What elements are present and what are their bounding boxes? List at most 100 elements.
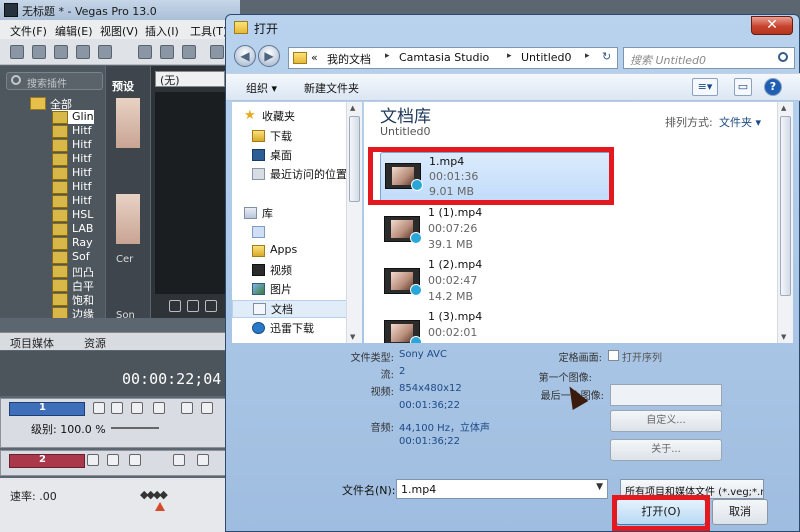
fx-gear-icon[interactable] [153, 402, 165, 414]
back-button[interactable]: ◀ [234, 45, 256, 67]
rate-slider-handle[interactable] [155, 502, 165, 511]
custom-button[interactable]: 自定义... [610, 410, 722, 432]
menu-tools[interactable]: 工具(T) [190, 23, 227, 39]
fx-search-input[interactable]: 搜索插件 [6, 72, 103, 90]
paste-icon[interactable] [182, 45, 196, 59]
scroll-up-icon[interactable]: ▲ [781, 104, 786, 112]
scroll-down-icon[interactable]: ▼ [781, 333, 786, 341]
tab-project-media[interactable]: 项目媒体 [10, 335, 54, 351]
menu-view[interactable]: 视图(V) [100, 23, 138, 39]
solo-icon[interactable] [197, 454, 209, 466]
scroll-up-icon[interactable]: ▲ [350, 104, 355, 112]
loop-icon[interactable] [169, 300, 181, 312]
tree-item[interactable]: Hitf [52, 180, 92, 194]
file-item[interactable]: 1 (1).mp4 00:07:26 39.1 MB [380, 206, 612, 256]
menu-insert[interactable]: 插入(I) [145, 23, 179, 39]
play-icon[interactable] [187, 300, 199, 312]
tree-item[interactable]: HSL [52, 208, 93, 222]
chevron-down-icon[interactable]: ▼ [596, 482, 603, 492]
preset-thumbnail[interactable] [116, 194, 140, 244]
scroll-down-icon[interactable]: ▼ [350, 333, 355, 341]
mute-icon[interactable] [181, 402, 193, 414]
media-badge-icon [410, 232, 422, 244]
scroll-thumb[interactable] [349, 116, 360, 202]
file-item[interactable]: 1 (2).mp4 00:02:47 14.2 MB [380, 258, 612, 308]
menu-edit[interactable]: 编辑(E) [55, 23, 93, 39]
tree-item[interactable]: 凹凸 [52, 264, 94, 279]
nav-recent[interactable]: 最近访问的位置 [232, 166, 348, 184]
search-input[interactable]: 搜索 Untitled0 [623, 47, 795, 69]
properties-icon[interactable] [98, 45, 112, 59]
cancel-button[interactable]: 取消 [712, 499, 768, 525]
nav-downloads[interactable]: 下载 [232, 128, 348, 146]
tree-item[interactable]: Hitf [52, 124, 92, 138]
scroll-thumb[interactable] [780, 116, 791, 296]
tab-resources[interactable]: 资源 [84, 335, 106, 351]
composite-icon[interactable] [131, 402, 143, 414]
preview-pane-icon[interactable]: ▭ [734, 78, 752, 96]
level-slider[interactable] [111, 427, 159, 429]
breadcrumb-item[interactable]: Untitled0 [521, 51, 572, 64]
motion-icon[interactable] [93, 402, 105, 414]
nav-libraries[interactable]: 库 [232, 205, 348, 223]
nav-pictures[interactable]: 图片 [232, 281, 348, 299]
fx-icon[interactable] [129, 454, 141, 466]
preset-thumbnail[interactable] [116, 98, 140, 148]
open-icon[interactable] [32, 45, 46, 59]
new-folder-button[interactable]: 新建文件夹 [304, 80, 359, 96]
nav-documents[interactable]: 文档 [232, 300, 348, 318]
breadcrumb-separator[interactable]: ▸ [507, 51, 512, 61]
nav-apps[interactable]: Apps [232, 243, 348, 261]
record-icon[interactable] [87, 454, 99, 466]
render-icon[interactable] [76, 45, 90, 59]
phase-icon[interactable] [107, 454, 119, 466]
trimmer-combo[interactable]: (无) [155, 71, 225, 87]
tree-item[interactable]: Hitf [52, 194, 92, 208]
solo-icon[interactable] [201, 402, 213, 414]
tree-item[interactable]: Sof [52, 250, 90, 264]
nav-videos[interactable]: 视频 [232, 262, 348, 280]
breadcrumb-overflow[interactable]: « [311, 51, 318, 64]
cut-icon[interactable] [138, 45, 152, 59]
refresh-icon[interactable]: ↻ [602, 50, 616, 64]
tree-item[interactable]: 边缘 [52, 306, 94, 318]
stop-icon[interactable] [205, 300, 217, 312]
mute-icon[interactable] [173, 454, 185, 466]
breadcrumb-item[interactable]: Camtasia Studio [399, 51, 489, 64]
breadcrumb[interactable]: « 我的文档 ▸ Camtasia Studio ▸ Untitled0 ▸ [288, 47, 618, 69]
save-icon[interactable] [54, 45, 68, 59]
nav-library-item[interactable] [232, 224, 348, 242]
tree-item[interactable]: Glin [52, 110, 94, 124]
forward-button[interactable]: ▶ [258, 45, 280, 67]
organize-menu[interactable]: 组织 ▾ [246, 80, 277, 96]
filename-field[interactable]: 1.mp4 ▼ [396, 479, 608, 499]
nav-thunder-downloads[interactable]: 迅雷下载 [232, 320, 348, 338]
tree-item[interactable]: LAB [52, 222, 93, 236]
open-sequence-checkbox[interactable] [608, 350, 619, 361]
breadcrumb-item[interactable]: 我的文档 [327, 51, 371, 67]
breadcrumb-separator[interactable]: ▸ [585, 51, 590, 61]
undo-icon[interactable] [210, 45, 224, 59]
breadcrumb-separator[interactable]: ▸ [385, 51, 390, 61]
new-icon[interactable] [10, 45, 24, 59]
tree-item[interactable]: 白平 [52, 278, 94, 293]
tree-item[interactable]: Ray [52, 236, 93, 250]
help-icon[interactable]: ? [764, 78, 782, 96]
view-options-icon[interactable]: ≡▾ [692, 78, 718, 96]
menu-file[interactable]: 文件(F) [10, 23, 47, 39]
file-item[interactable]: 1 (3).mp4 00:02:01 [380, 310, 612, 343]
last-image-field[interactable] [610, 384, 722, 406]
tree-item[interactable]: 饱和 [52, 292, 94, 307]
file-list-scrollbar[interactable]: ▲ ▼ [777, 102, 793, 343]
tree-item[interactable]: Hitf [52, 166, 92, 180]
nav-desktop[interactable]: 桌面 [232, 147, 348, 165]
nav-favorites[interactable]: ★ 收藏夹 [232, 108, 348, 126]
sort-dropdown[interactable]: 文件夹 ▾ [719, 114, 761, 130]
tree-item[interactable]: Hitf [52, 138, 92, 152]
panzoom-icon[interactable] [111, 402, 123, 414]
nav-scrollbar[interactable]: ▲ ▼ [346, 102, 362, 343]
copy-icon[interactable] [160, 45, 174, 59]
about-button[interactable]: 关于... [610, 439, 722, 461]
close-button[interactable]: ✕ [751, 16, 793, 35]
tree-item[interactable]: Hitf [52, 152, 92, 166]
